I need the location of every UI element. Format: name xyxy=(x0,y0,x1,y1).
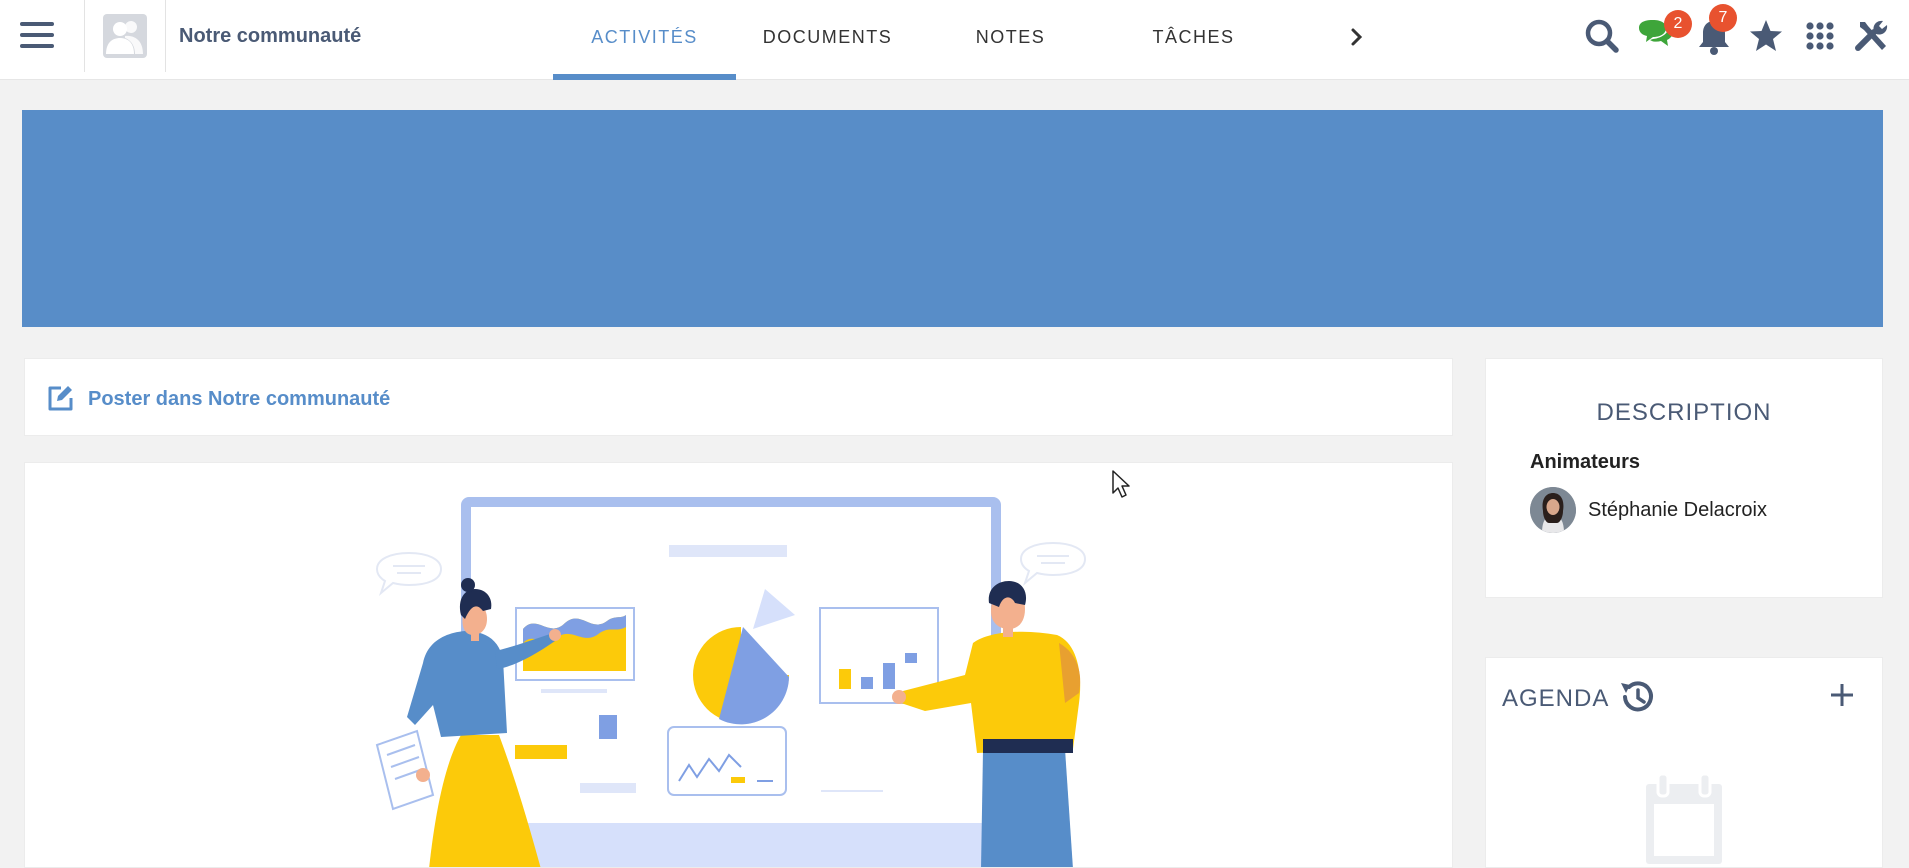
search-icon[interactable] xyxy=(1582,16,1622,56)
avatar[interactable] xyxy=(1530,487,1576,533)
space-title[interactable]: Notre communauté xyxy=(179,25,361,48)
tab-notes[interactable]: NOTES xyxy=(919,0,1102,80)
hamburger-menu-icon[interactable] xyxy=(20,22,54,52)
animators-label: Animateurs xyxy=(1530,451,1641,473)
edit-icon xyxy=(45,383,75,413)
calendar-icon xyxy=(1642,770,1726,867)
divider xyxy=(84,0,85,72)
bell-icon[interactable]: 7 xyxy=(1694,4,1737,56)
description-card: DESCRIPTION Animateurs Stéphanie Delacro… xyxy=(1485,358,1883,598)
animator-name[interactable]: Stéphanie Delacroix xyxy=(1588,499,1767,522)
history-icon[interactable] xyxy=(1617,677,1657,717)
plus-icon[interactable] xyxy=(1825,678,1859,712)
apps-grid-icon[interactable] xyxy=(1800,16,1840,56)
space-banner xyxy=(22,110,1883,327)
activity-stream-empty-illustration xyxy=(24,462,1453,868)
tab-taches[interactable]: TÂCHES xyxy=(1102,0,1285,80)
tools-icon[interactable] xyxy=(1852,16,1892,56)
chevron-right-icon[interactable] xyxy=(1345,22,1369,52)
space-avatar[interactable] xyxy=(103,14,147,58)
tab-documents[interactable]: DOCUMENTS xyxy=(736,0,919,80)
divider xyxy=(165,0,166,72)
notifications-badge: 7 xyxy=(1709,4,1737,32)
agenda-title: AGENDA xyxy=(1502,685,1610,712)
post-composer-label[interactable]: Poster dans Notre communauté xyxy=(88,388,390,411)
chat-badge: 2 xyxy=(1664,10,1692,38)
mouse-cursor-icon xyxy=(1111,469,1133,499)
agenda-card: AGENDA xyxy=(1485,657,1883,868)
description-title: DESCRIPTION xyxy=(1596,399,1772,426)
post-composer[interactable]: Poster dans Notre communauté xyxy=(24,358,1453,436)
star-icon[interactable] xyxy=(1746,16,1786,56)
tab-activites[interactable]: ACTIVITÉS xyxy=(553,0,736,80)
top-navigation-bar: Notre communauté ACTIVITÉS DOCUMENTS NOT… xyxy=(0,0,1909,80)
chat-icon[interactable]: 2 xyxy=(1636,10,1692,56)
